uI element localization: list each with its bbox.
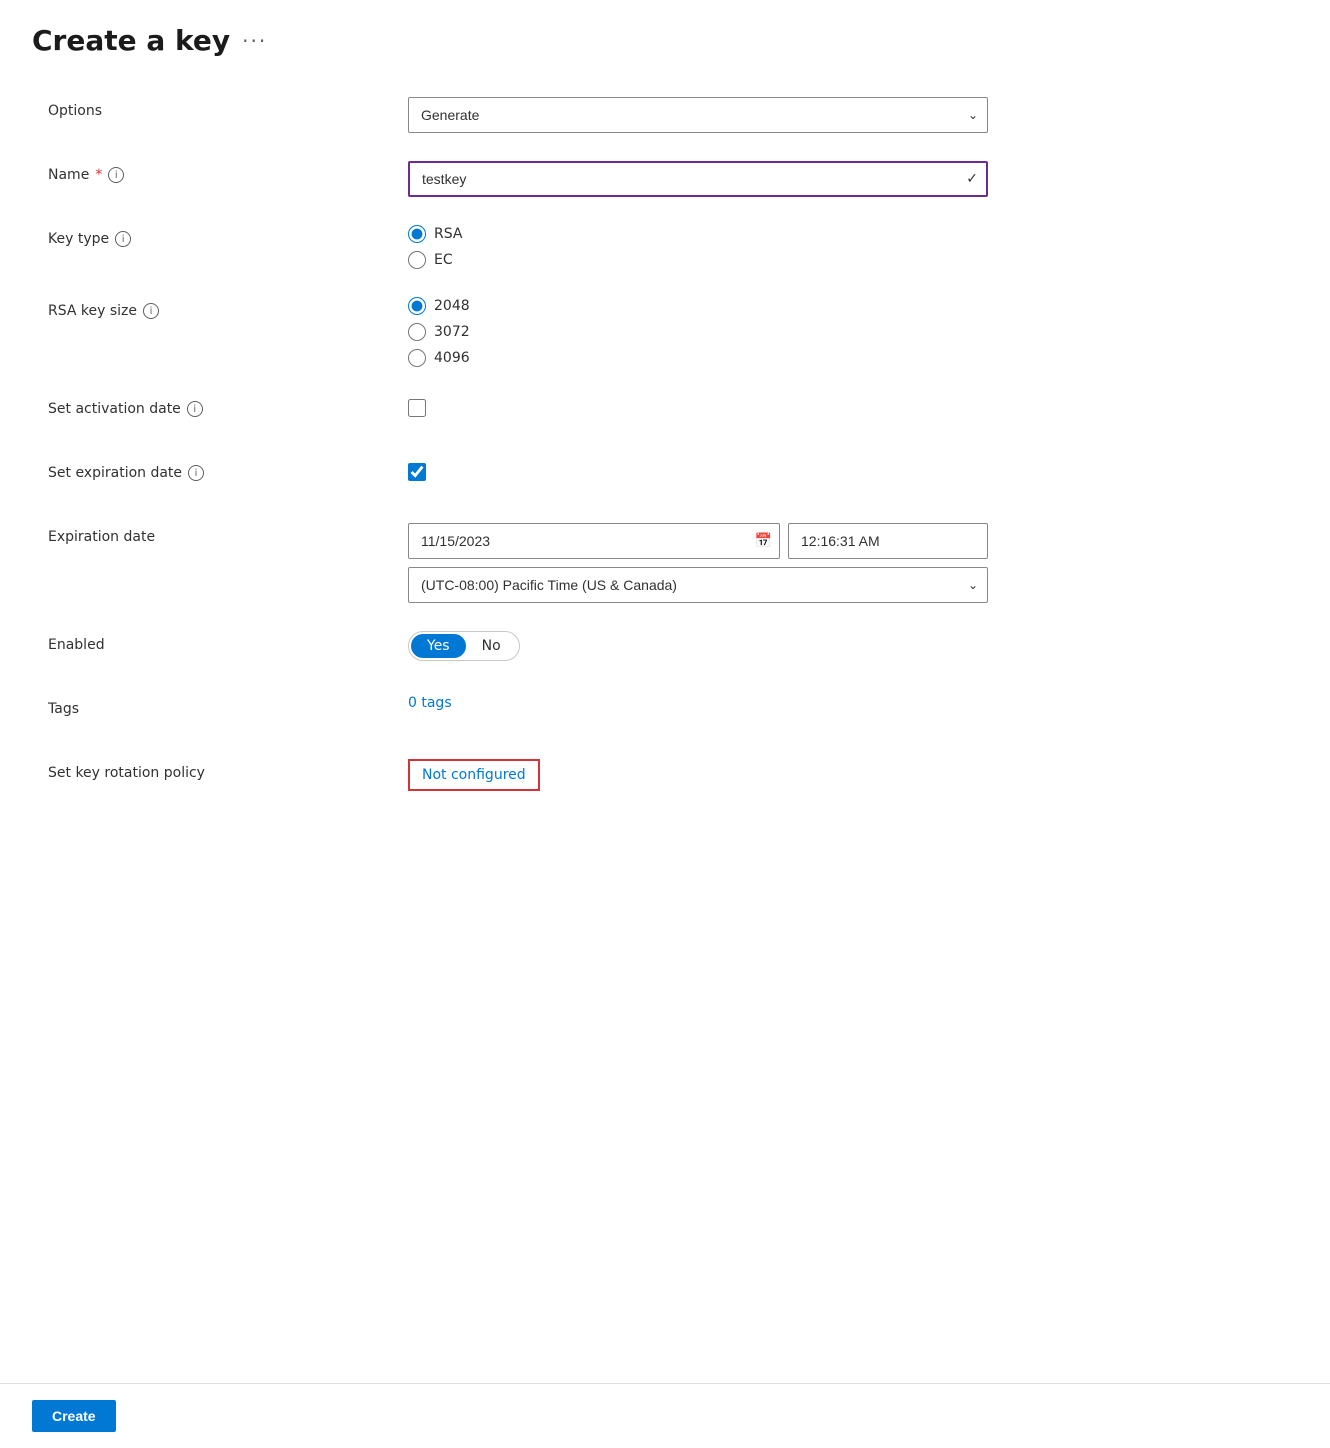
activation-date-checkbox[interactable]	[408, 399, 426, 417]
tags-row: Tags 0 tags	[48, 695, 1282, 731]
name-control: ✓	[408, 161, 988, 197]
options-label: Options	[48, 97, 408, 119]
enabled-toggle[interactable]: Yes No	[408, 631, 988, 661]
options-row: Options Generate ⌄	[48, 97, 1282, 133]
enabled-control: Yes No	[408, 631, 988, 661]
page-title: Create a key	[32, 24, 230, 57]
rsa-2048-radio[interactable]	[408, 297, 426, 315]
rsa-4096-label: 4096	[434, 350, 470, 366]
key-type-ec-radio[interactable]	[408, 251, 426, 269]
expiration-date-toggle-control	[408, 459, 988, 485]
activation-date-control	[408, 395, 988, 421]
not-configured-button[interactable]: Not configured	[408, 759, 540, 791]
rsa-key-size-control: 2048 3072 4096	[408, 297, 988, 367]
activation-date-label: Set activation date i	[48, 395, 408, 417]
name-label: Name * i	[48, 161, 408, 183]
options-control: Generate ⌄	[408, 97, 988, 133]
rsa-key-size-row: RSA key size i 2048 3072 4096	[48, 297, 1282, 367]
rsa-4096-option[interactable]: 4096	[408, 349, 988, 367]
name-info-icon[interactable]: i	[108, 167, 124, 183]
name-row: Name * i ✓	[48, 161, 1282, 197]
expiration-date-row: Expiration date 📅 (UTC-08:00) Pacific Ti…	[48, 523, 1282, 603]
required-indicator: *	[95, 167, 102, 183]
expiration-date-control: 📅 (UTC-08:00) Pacific Time (US & Canada)…	[408, 523, 988, 603]
key-type-rsa-label: RSA	[434, 226, 462, 242]
key-type-label: Key type i	[48, 225, 408, 247]
activation-date-info-icon[interactable]: i	[187, 401, 203, 417]
expiration-date-checkbox[interactable]	[408, 463, 426, 481]
key-type-rsa-radio[interactable]	[408, 225, 426, 243]
key-type-ec-label: EC	[434, 252, 453, 268]
rsa-3072-option[interactable]: 3072	[408, 323, 988, 341]
rsa-key-size-label: RSA key size i	[48, 297, 408, 319]
timezone-select[interactable]: (UTC-08:00) Pacific Time (US & Canada)	[408, 567, 988, 603]
key-type-rsa-option[interactable]: RSA	[408, 225, 988, 243]
enabled-row: Enabled Yes No	[48, 631, 1282, 667]
date-input-wrapper: 📅	[408, 523, 780, 559]
rsa-3072-radio[interactable]	[408, 323, 426, 341]
key-type-row: Key type i RSA EC	[48, 225, 1282, 269]
rsa-4096-radio[interactable]	[408, 349, 426, 367]
options-select[interactable]: Generate	[408, 97, 988, 133]
rsa-2048-label: 2048	[434, 298, 470, 314]
activation-date-row: Set activation date i	[48, 395, 1282, 431]
key-type-control: RSA EC	[408, 225, 988, 269]
key-type-info-icon[interactable]: i	[115, 231, 131, 247]
expiration-date-toggle-row: Set expiration date i	[48, 459, 1282, 495]
enabled-toggle-pill[interactable]: Yes No	[408, 631, 520, 661]
name-input[interactable]	[408, 161, 988, 197]
tags-control: 0 tags	[408, 695, 988, 711]
rotation-policy-control: Not configured	[408, 759, 988, 791]
tags-label: Tags	[48, 695, 408, 717]
page-footer: Create	[0, 1383, 1330, 1448]
expiration-date-input[interactable]	[408, 523, 780, 559]
enabled-label: Enabled	[48, 631, 408, 653]
rsa-key-size-info-icon[interactable]: i	[143, 303, 159, 319]
key-type-radio-group: RSA EC	[408, 225, 988, 269]
expiration-date-info-icon[interactable]: i	[188, 465, 204, 481]
create-button[interactable]: Create	[32, 1400, 116, 1432]
rsa-2048-option[interactable]: 2048	[408, 297, 988, 315]
expiration-date-label: Expiration date	[48, 523, 408, 545]
key-type-ec-option[interactable]: EC	[408, 251, 988, 269]
rsa-key-size-radio-group: 2048 3072 4096	[408, 297, 988, 367]
enabled-no-option[interactable]: No	[466, 634, 517, 658]
expiration-date-toggle-label: Set expiration date i	[48, 459, 408, 481]
rotation-policy-label: Set key rotation policy	[48, 759, 408, 781]
tags-link[interactable]: 0 tags	[408, 695, 452, 711]
expiration-time-input[interactable]	[788, 523, 988, 559]
ellipsis-menu[interactable]: ···	[242, 29, 267, 53]
rsa-3072-label: 3072	[434, 324, 470, 340]
checkmark-icon: ✓	[966, 171, 978, 187]
rotation-policy-row: Set key rotation policy Not configured	[48, 759, 1282, 795]
enabled-yes-option[interactable]: Yes	[411, 634, 466, 658]
